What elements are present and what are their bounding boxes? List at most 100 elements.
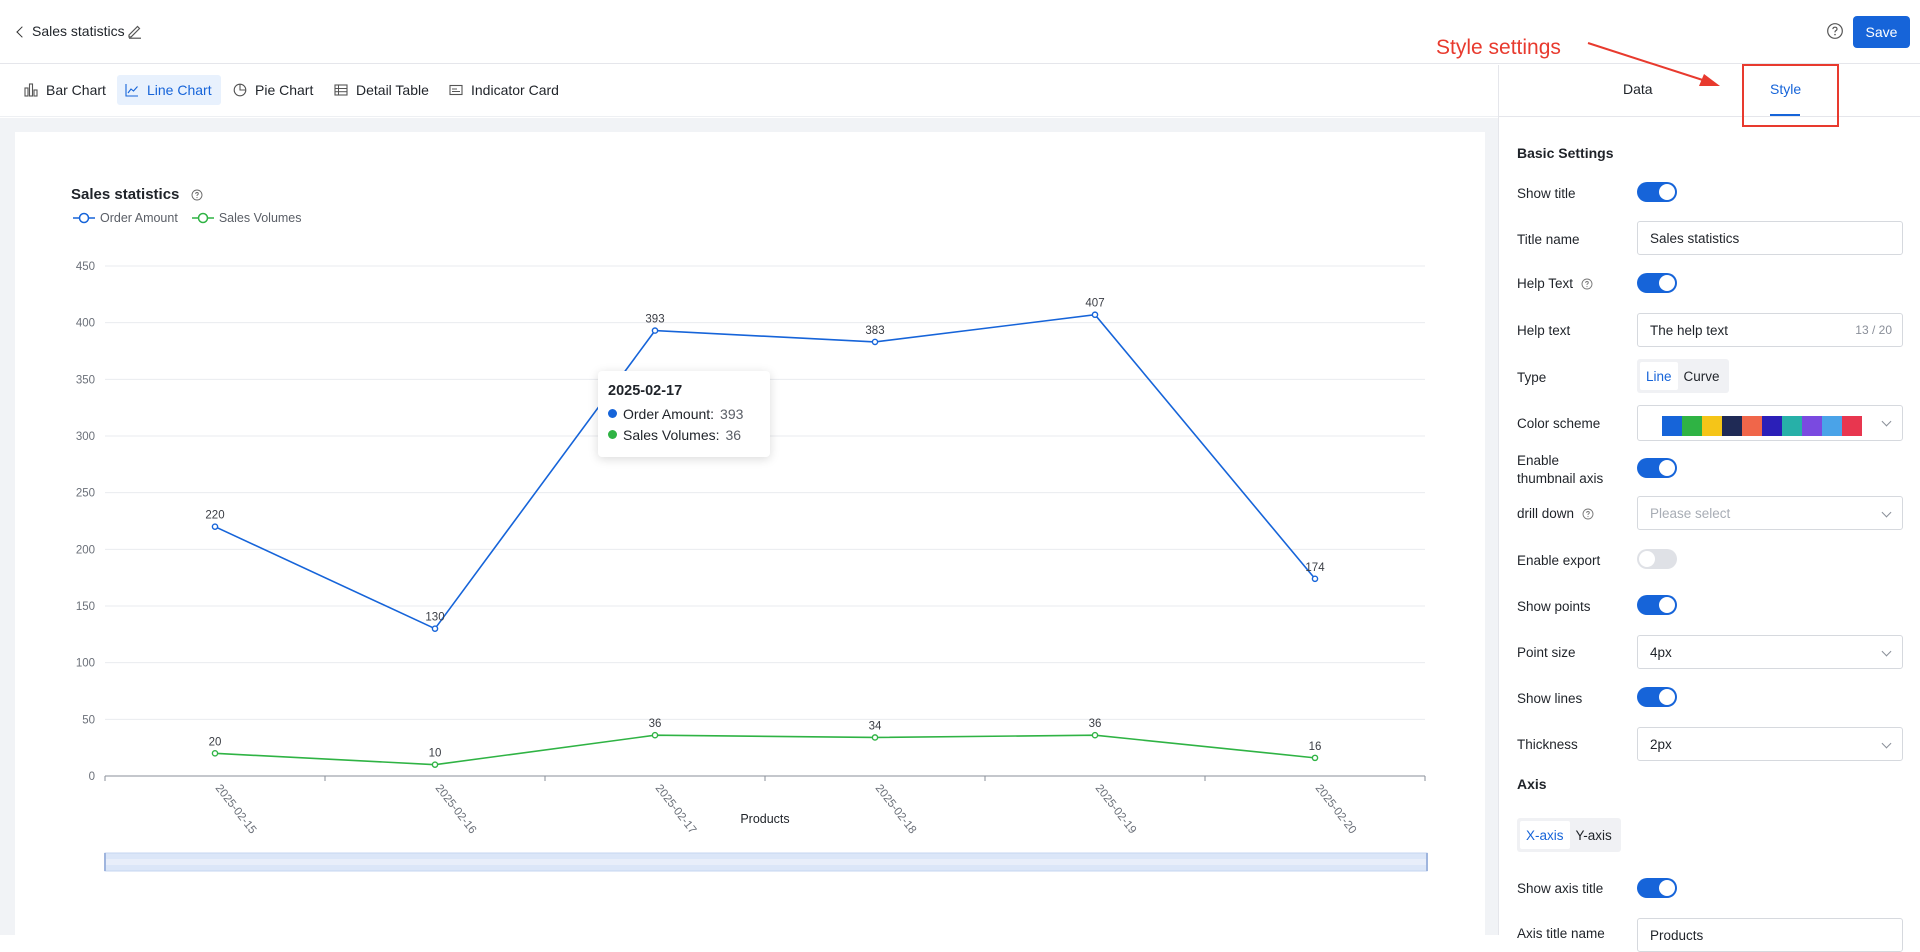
char-counter: 13 / 20 bbox=[1855, 323, 1892, 337]
back-icon[interactable] bbox=[12, 22, 28, 42]
line-type-option[interactable]: Line bbox=[1640, 362, 1678, 390]
legend-item-sales-volumes[interactable]: Sales Volumes bbox=[191, 211, 302, 225]
series-line bbox=[214, 313, 1316, 630]
legend-item-order-amount[interactable]: Order Amount bbox=[73, 211, 178, 225]
axis-selector: X-axis Y-axis bbox=[1517, 818, 1621, 852]
drill-down-select[interactable]: Please select bbox=[1637, 496, 1903, 530]
axis-title-name-input[interactable]: Products bbox=[1637, 918, 1903, 952]
help-icon[interactable] bbox=[1581, 278, 1593, 290]
data-point bbox=[1311, 754, 1319, 762]
curve-type-option[interactable]: Curve bbox=[1678, 362, 1726, 390]
data-label: 16 bbox=[1309, 741, 1322, 753]
data-label: 383 bbox=[865, 325, 884, 337]
input-value: Sales statistics bbox=[1650, 230, 1740, 246]
tab-label: Line Chart bbox=[147, 82, 212, 98]
data-label: 130 bbox=[425, 612, 444, 624]
panel-tabs: Data Style bbox=[1499, 65, 1920, 117]
show-points-label: Show points bbox=[1517, 599, 1591, 614]
card-icon bbox=[449, 84, 463, 96]
help-text-input[interactable]: The help text 13 / 20 bbox=[1637, 313, 1903, 347]
enable-export-label: Enable export bbox=[1517, 553, 1601, 568]
data-point bbox=[1091, 311, 1099, 319]
data-label: 220 bbox=[205, 510, 224, 522]
chart-type-bar: Bar Chart Line Chart Pie Chart Detail Ta… bbox=[0, 65, 1498, 117]
help-text-toggle[interactable] bbox=[1637, 273, 1677, 293]
y-tick-label: 150 bbox=[76, 601, 95, 613]
thickness-label: Thickness bbox=[1517, 737, 1578, 752]
x-tick-label: 2025-02-15 bbox=[213, 782, 259, 836]
data-point bbox=[431, 625, 439, 632]
color-swatch bbox=[1722, 416, 1742, 436]
y-tick-label: 100 bbox=[76, 658, 95, 670]
show-lines-toggle[interactable] bbox=[1637, 687, 1677, 707]
chevron-down-icon bbox=[1881, 416, 1892, 427]
tooltip-label: Order Amount: bbox=[623, 405, 715, 422]
help-icon[interactable] bbox=[1582, 508, 1594, 520]
input-value: Products bbox=[1650, 927, 1704, 943]
show-title-toggle[interactable] bbox=[1637, 182, 1677, 202]
title-name-input[interactable]: Sales statistics bbox=[1637, 221, 1903, 255]
basic-settings-heading: Basic Settings bbox=[1517, 145, 1614, 161]
tab-bar-chart[interactable]: Bar Chart bbox=[16, 75, 115, 105]
line-chart-icon bbox=[125, 84, 138, 97]
y-tick-label: 200 bbox=[76, 544, 95, 556]
annotation-highlight-box bbox=[1742, 64, 1839, 127]
save-button[interactable]: Save bbox=[1853, 16, 1910, 48]
series-line bbox=[214, 734, 1316, 766]
page-title: Sales statistics bbox=[32, 23, 125, 39]
help-icon[interactable] bbox=[191, 189, 203, 201]
tab-indicator-card[interactable]: Indicator Card bbox=[441, 75, 568, 105]
data-point bbox=[651, 731, 659, 739]
top-bar: Sales statistics Save bbox=[0, 0, 1920, 64]
tab-label: Pie Chart bbox=[255, 82, 314, 98]
color-swatch bbox=[1782, 416, 1802, 436]
enable-export-toggle[interactable] bbox=[1637, 549, 1677, 569]
chevron-down-icon bbox=[1881, 646, 1892, 657]
tab-data[interactable]: Data bbox=[1623, 81, 1653, 97]
select-value: 2px bbox=[1650, 736, 1672, 752]
label-line: thumbnail axis bbox=[1517, 471, 1604, 486]
color-swatch bbox=[1682, 416, 1702, 436]
thumbnail-axis-toggle[interactable] bbox=[1637, 458, 1677, 478]
tab-pie-chart[interactable]: Pie Chart bbox=[225, 75, 322, 105]
y-tick-label: 450 bbox=[76, 261, 95, 273]
help-text-toggle-label: Help Text bbox=[1517, 275, 1593, 293]
show-axis-title-toggle[interactable] bbox=[1637, 878, 1677, 898]
chart-tooltip: 2025-02-17 Order Amount: 393 Sales Volum… bbox=[598, 371, 770, 457]
x-tick-label: 2025-02-16 bbox=[433, 782, 479, 836]
tooltip-row: Order Amount: 393 bbox=[608, 403, 760, 424]
y-tick-label: 400 bbox=[76, 318, 95, 330]
color-swatch bbox=[1822, 416, 1842, 436]
chevron-down-icon bbox=[1881, 738, 1892, 749]
series-dot bbox=[608, 409, 617, 418]
select-value: 4px bbox=[1650, 644, 1672, 660]
help-icon[interactable] bbox=[1826, 22, 1844, 40]
color-swatch bbox=[1742, 416, 1762, 436]
x-axis-option[interactable]: X-axis bbox=[1520, 821, 1570, 849]
point-size-select[interactable]: 4px bbox=[1637, 635, 1903, 669]
data-label: 393 bbox=[645, 314, 664, 326]
drill-down-label: drill down bbox=[1517, 505, 1594, 523]
x-axis-title: Products bbox=[740, 812, 789, 826]
tab-line-chart[interactable]: Line Chart bbox=[117, 75, 221, 105]
color-swatch bbox=[1842, 416, 1862, 436]
y-axis-option[interactable]: Y-axis bbox=[1570, 821, 1618, 849]
y-tick-label: 350 bbox=[76, 374, 95, 386]
data-label: 20 bbox=[209, 736, 222, 748]
data-label: 36 bbox=[649, 718, 662, 730]
annotation-label: Style settings bbox=[1436, 36, 1561, 59]
color-scheme-select[interactable] bbox=[1637, 405, 1903, 441]
thickness-select[interactable]: 2px bbox=[1637, 727, 1903, 761]
data-point bbox=[871, 734, 879, 741]
color-scheme-label: Color scheme bbox=[1517, 416, 1601, 431]
edit-icon[interactable] bbox=[126, 22, 144, 40]
label-text: drill down bbox=[1517, 506, 1575, 521]
input-value: The help text bbox=[1650, 322, 1729, 338]
help-text-label: Help text bbox=[1517, 323, 1571, 338]
tab-detail-table[interactable]: Detail Table bbox=[326, 75, 438, 105]
tab-label: Bar Chart bbox=[46, 82, 106, 98]
show-points-toggle[interactable] bbox=[1637, 595, 1677, 615]
chart-card: 0 50 100 150 200 250 300 350 400 450 2025-02-15 202… bbox=[15, 132, 1485, 935]
chart-canvas: 0 50 100 150 200 250 300 350 400 450 2025-02-15 202… bbox=[0, 118, 1498, 935]
x-tick-label: 2025-02-19 bbox=[1093, 782, 1139, 836]
